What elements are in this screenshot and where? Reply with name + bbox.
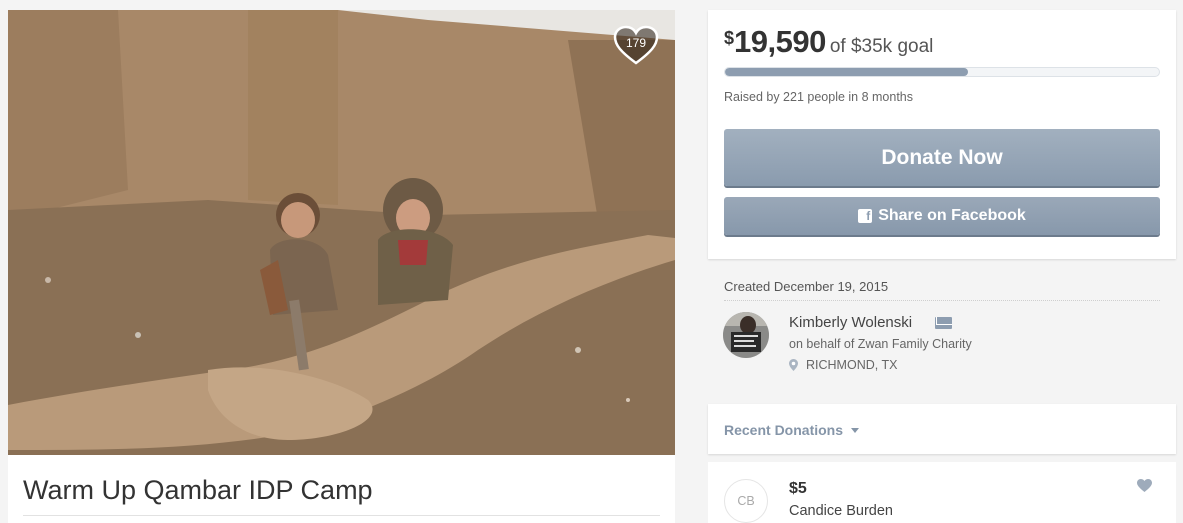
donor-name: Candice Burden xyxy=(789,503,893,519)
organizer-avatar[interactable] xyxy=(723,312,769,358)
facebook-icon: f xyxy=(858,209,873,223)
recent-donations-toggle[interactable]: Recent Donations xyxy=(724,422,860,438)
title-divider xyxy=(23,515,660,516)
recent-donations-label: Recent Donations xyxy=(724,422,844,438)
donation-amount: $5 xyxy=(789,480,807,497)
campaign-photo: 179 xyxy=(8,10,675,455)
map-pin-icon xyxy=(789,359,798,371)
funding-card: $19,590 of $35k goal Raised by 221 people… xyxy=(708,10,1176,259)
heart-count: 179 xyxy=(625,36,647,50)
behalf-of-text: on behalf of Zwan Family Charity xyxy=(789,337,972,351)
donate-button[interactable]: Donate Now xyxy=(724,129,1160,186)
amount-raised: $19,590 of $35k goal xyxy=(724,24,933,60)
mail-icon[interactable] xyxy=(935,317,952,329)
progress-bar xyxy=(724,67,1160,77)
heart-icon[interactable] xyxy=(1137,479,1152,492)
location-text: RICHMOND, TX xyxy=(806,358,898,372)
created-date: Created December 19, 2015 xyxy=(724,279,889,294)
share-label: Share on Facebook xyxy=(878,207,1026,224)
progress-fill xyxy=(725,68,969,76)
campaign-photo-illustration xyxy=(8,10,675,455)
campaign-panel: 179 Warm Up Qambar IDP Camp xyxy=(8,10,675,523)
recent-donations-card: Recent Donations xyxy=(708,404,1176,454)
share-facebook-button[interactable]: f Share on Facebook xyxy=(724,197,1160,235)
goal-text: of $35k goal xyxy=(829,36,934,57)
organizer-divider xyxy=(724,300,1160,301)
organizer-location: RICHMOND, TX xyxy=(789,358,897,372)
currency-symbol: $ xyxy=(724,28,735,48)
favorite-heart-button[interactable]: 179 xyxy=(613,25,659,67)
donor-avatar: CB xyxy=(724,479,768,523)
amount-number: 19,590 xyxy=(734,24,826,59)
organizer-name[interactable]: Kimberly Wolenski xyxy=(789,314,912,331)
campaign-title: Warm Up Qambar IDP Camp xyxy=(23,475,373,505)
chevron-down-icon xyxy=(851,427,860,433)
raised-by-text: Raised by 221 people in 8 months xyxy=(724,90,914,104)
organizer-avatar-image xyxy=(723,312,769,358)
donation-item: CB $5 Candice Burden xyxy=(708,462,1176,523)
title-area: Warm Up Qambar IDP Camp xyxy=(8,455,675,523)
